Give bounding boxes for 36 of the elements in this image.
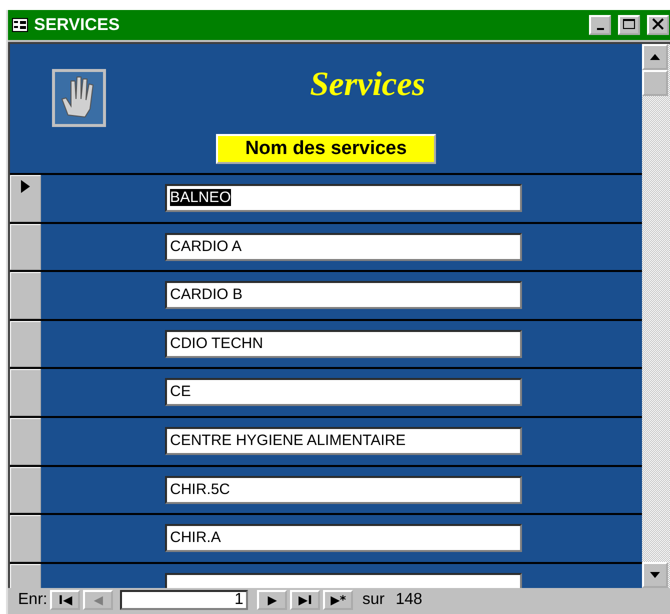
record-number-field[interactable]: 1	[120, 590, 248, 610]
record-selector[interactable]	[10, 320, 41, 368]
maximize-button[interactable]	[618, 15, 640, 35]
record-total-label: sur	[362, 591, 385, 609]
close-icon	[651, 18, 665, 30]
service-name-field[interactable]: CE	[165, 378, 522, 406]
record-selector[interactable]	[10, 175, 41, 222]
service-name-field[interactable]: CDIO TECHN	[165, 330, 522, 358]
minimize-icon	[596, 28, 604, 30]
service-name-field[interactable]: CHIR.5C	[165, 476, 522, 504]
up-arrow-icon	[650, 54, 660, 60]
service-name-field[interactable]: CENTRE HYGIENE ALIMENTAIRE	[165, 426, 522, 455]
service-name-field[interactable]: CARDIO A	[165, 232, 522, 261]
scroll-up-button[interactable]	[642, 44, 668, 70]
scroll-thumb[interactable]	[642, 70, 668, 96]
last-record-button[interactable]: ▶I	[290, 590, 320, 610]
service-name-field[interactable]: CHIR.A	[165, 524, 522, 552]
service-name-field[interactable]: BALNEO	[165, 184, 522, 212]
minimize-button[interactable]	[589, 15, 611, 35]
record-label: Enr:	[18, 591, 48, 609]
record-count: 148	[396, 591, 422, 609]
record-selector[interactable]	[10, 224, 41, 270]
column-header-button[interactable]: Nom des services	[216, 134, 436, 164]
new-record-button[interactable]: ▶*	[323, 590, 354, 610]
scroll-down-button[interactable]	[642, 562, 668, 588]
hand-button[interactable]	[52, 69, 106, 127]
maximize-icon	[622, 18, 636, 30]
first-record-button[interactable]: I◀	[50, 590, 80, 610]
record-selector[interactable]	[10, 466, 41, 514]
form-title: Services	[310, 66, 426, 104]
down-arrow-icon	[650, 572, 660, 578]
service-name-field[interactable]: CARDIO B	[165, 281, 522, 310]
form-icon	[12, 18, 28, 32]
close-button[interactable]	[647, 15, 669, 35]
window-title: SERVICES	[34, 15, 121, 35]
next-record-button[interactable]: ▶	[257, 590, 288, 610]
